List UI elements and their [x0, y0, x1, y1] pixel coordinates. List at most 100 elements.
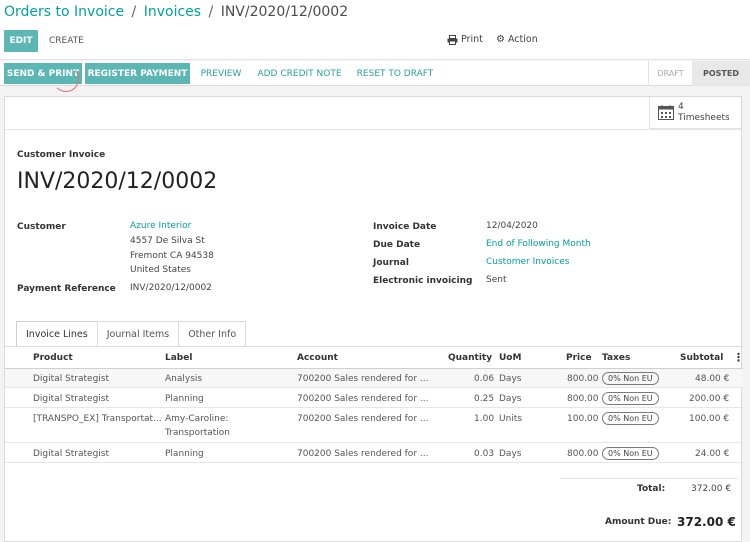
- divider: [560, 478, 738, 479]
- statusbar: SEND & PRINT REGISTER PAYMENT PREVIEW AD…: [0, 61, 750, 86]
- edit-button[interactable]: EDIT: [4, 30, 38, 52]
- form-sheet: 4 Timesheets Customer Invoice INV/2020/1…: [4, 96, 744, 542]
- total-value: 372.00 €: [691, 484, 732, 494]
- electronic-invoicing-value: Sent: [486, 275, 507, 285]
- invoice-date-label: Invoice Date: [373, 222, 437, 232]
- tab-journal-items[interactable]: Journal Items: [96, 321, 180, 347]
- click-indicator: [53, 66, 79, 92]
- tax-badge: 0% Non EU: [602, 372, 659, 385]
- payment-reference-label: Payment Reference: [17, 284, 116, 294]
- column-header-taxes[interactable]: Taxes: [602, 353, 630, 363]
- cell-account: 700200 Sales rendered for ...: [297, 394, 429, 404]
- tax-badge: 0% Non EU: [602, 392, 659, 405]
- gear-icon: ⚙: [496, 34, 505, 45]
- create-button[interactable]: CREATE: [45, 30, 88, 52]
- invoice-date-value: 12/04/2020: [486, 221, 538, 231]
- cell-price: 800.00: [567, 394, 599, 404]
- timesheets-smart-button[interactable]: 4 Timesheets: [649, 97, 741, 129]
- status-draft[interactable]: DRAFT: [648, 61, 692, 86]
- reset-to-draft-button[interactable]: RESET TO DRAFT: [352, 63, 438, 84]
- payment-reference-value: INV/2020/12/0002: [130, 283, 212, 293]
- column-header-product[interactable]: Product: [33, 353, 73, 363]
- journal-label: Journal: [373, 258, 409, 268]
- cell-quantity: 1.00: [474, 414, 495, 424]
- total-label: Total:: [637, 484, 666, 494]
- breadcrumb: Orders to Invoice / Invoices / INV/2020/…: [4, 4, 348, 20]
- breadcrumb-invoices[interactable]: Invoices: [144, 4, 201, 20]
- due-date-value[interactable]: End of Following Month: [486, 237, 591, 252]
- table-header: Product Label Account Quantity UoM Price…: [5, 347, 744, 369]
- status-posted: POSTED: [692, 61, 750, 86]
- cell-account: 700200 Sales rendered for ...: [297, 449, 429, 459]
- table-row[interactable]: Digital Strategist Analysis 700200 Sales…: [5, 369, 743, 388]
- cell-subtotal: 48.00 €: [695, 374, 730, 384]
- action-dropdown[interactable]: ⚙ Action: [496, 34, 538, 45]
- column-header-quantity[interactable]: Quantity: [448, 353, 492, 363]
- breadcrumb-separator: /: [208, 4, 214, 20]
- due-date-label: Due Date: [373, 240, 421, 250]
- column-header-price[interactable]: Price: [566, 353, 592, 363]
- notebook-tabs: Invoice Lines Journal Items Other Info: [16, 321, 247, 347]
- table-row[interactable]: Digital Strategist Planning 700200 Sales…: [5, 389, 743, 408]
- breadcrumb-current: INV/2020/12/0002: [220, 4, 349, 20]
- column-options-icon[interactable]: ⋮: [733, 351, 744, 364]
- cell-subtotal: 24.00 €: [695, 449, 730, 459]
- cell-uom: Days: [499, 449, 522, 459]
- cell-quantity: 0.25: [474, 394, 495, 404]
- cell-subtotal: 100.00 €: [689, 414, 730, 424]
- column-header-account[interactable]: Account: [297, 353, 338, 363]
- add-credit-note-button[interactable]: ADD CREDIT NOTE: [252, 63, 347, 84]
- electronic-invoicing-label: Electronic invoicing: [373, 276, 473, 286]
- cell-account: 700200 Sales rendered for ...: [297, 374, 429, 384]
- customer-address-line: Fremont CA 94538: [130, 251, 214, 261]
- print-icon: [447, 34, 458, 45]
- cell-label: Planning: [165, 449, 204, 459]
- cell-product: [TRANSPO_EX] Transportat...: [33, 414, 162, 424]
- tab-invoice-lines[interactable]: Invoice Lines: [16, 321, 98, 347]
- tax-badge: 0% Non EU: [602, 412, 659, 425]
- breadcrumb-orders-to-invoice[interactable]: Orders to Invoice: [4, 4, 124, 20]
- customer-address-line: United States: [130, 265, 191, 275]
- print-dropdown[interactable]: Print: [447, 34, 483, 45]
- breadcrumb-separator: /: [131, 4, 137, 20]
- cell-label: Transportation: [165, 428, 230, 438]
- cell-label: Analysis: [165, 374, 203, 384]
- print-label: Print: [461, 34, 483, 45]
- timesheets-label: Timesheets: [678, 112, 730, 123]
- cell-uom: Days: [499, 394, 522, 404]
- cell-price: 800.00: [567, 449, 599, 459]
- amount-due-label: Amount Due:: [605, 517, 672, 527]
- cell-uom: Units: [499, 414, 523, 424]
- cell-label: Planning: [165, 394, 204, 404]
- preview-button[interactable]: PREVIEW: [194, 63, 248, 84]
- invoice-type-label: Customer Invoice: [17, 150, 106, 160]
- column-header-uom[interactable]: UoM: [499, 353, 521, 363]
- cell-quantity: 0.06: [474, 374, 495, 384]
- cell-product: Digital Strategist: [33, 449, 110, 459]
- customer-address-line: 4557 De Silva St: [130, 236, 205, 246]
- calendar-icon: [658, 105, 674, 120]
- timesheets-count: 4: [678, 101, 684, 112]
- journal-value[interactable]: Customer Invoices: [486, 255, 569, 270]
- register-payment-button[interactable]: REGISTER PAYMENT: [85, 63, 190, 84]
- amount-due-value: 372.00 €: [677, 515, 736, 529]
- customer-label: Customer: [17, 222, 66, 232]
- cell-subtotal: 200.00 €: [689, 394, 730, 404]
- table-row[interactable]: [TRANSPO_EX] Transportat... Amy-Caroline…: [5, 409, 743, 443]
- cell-price: 100.00: [567, 414, 599, 424]
- cell-product: Digital Strategist: [33, 374, 110, 384]
- control-panel: Orders to Invoice / Invoices / INV/2020/…: [0, 0, 750, 60]
- cell-price: 800.00: [567, 374, 599, 384]
- cell-label: Amy-Caroline:: [165, 414, 229, 424]
- cell-quantity: 0.03: [474, 449, 495, 459]
- customer-name[interactable]: Azure Interior: [130, 219, 191, 234]
- invoice-number: INV/2020/12/0002: [17, 169, 218, 194]
- column-header-label[interactable]: Label: [165, 353, 192, 363]
- column-header-subtotal[interactable]: Subtotal: [680, 353, 723, 363]
- tax-badge: 0% Non EU: [602, 447, 659, 460]
- tab-other-info[interactable]: Other Info: [178, 321, 247, 347]
- table-row[interactable]: Digital Strategist Planning 700200 Sales…: [5, 444, 743, 463]
- action-label: Action: [507, 34, 538, 45]
- cell-account: 700200 Sales rendered for ...: [297, 414, 429, 424]
- cell-product: Digital Strategist: [33, 394, 110, 404]
